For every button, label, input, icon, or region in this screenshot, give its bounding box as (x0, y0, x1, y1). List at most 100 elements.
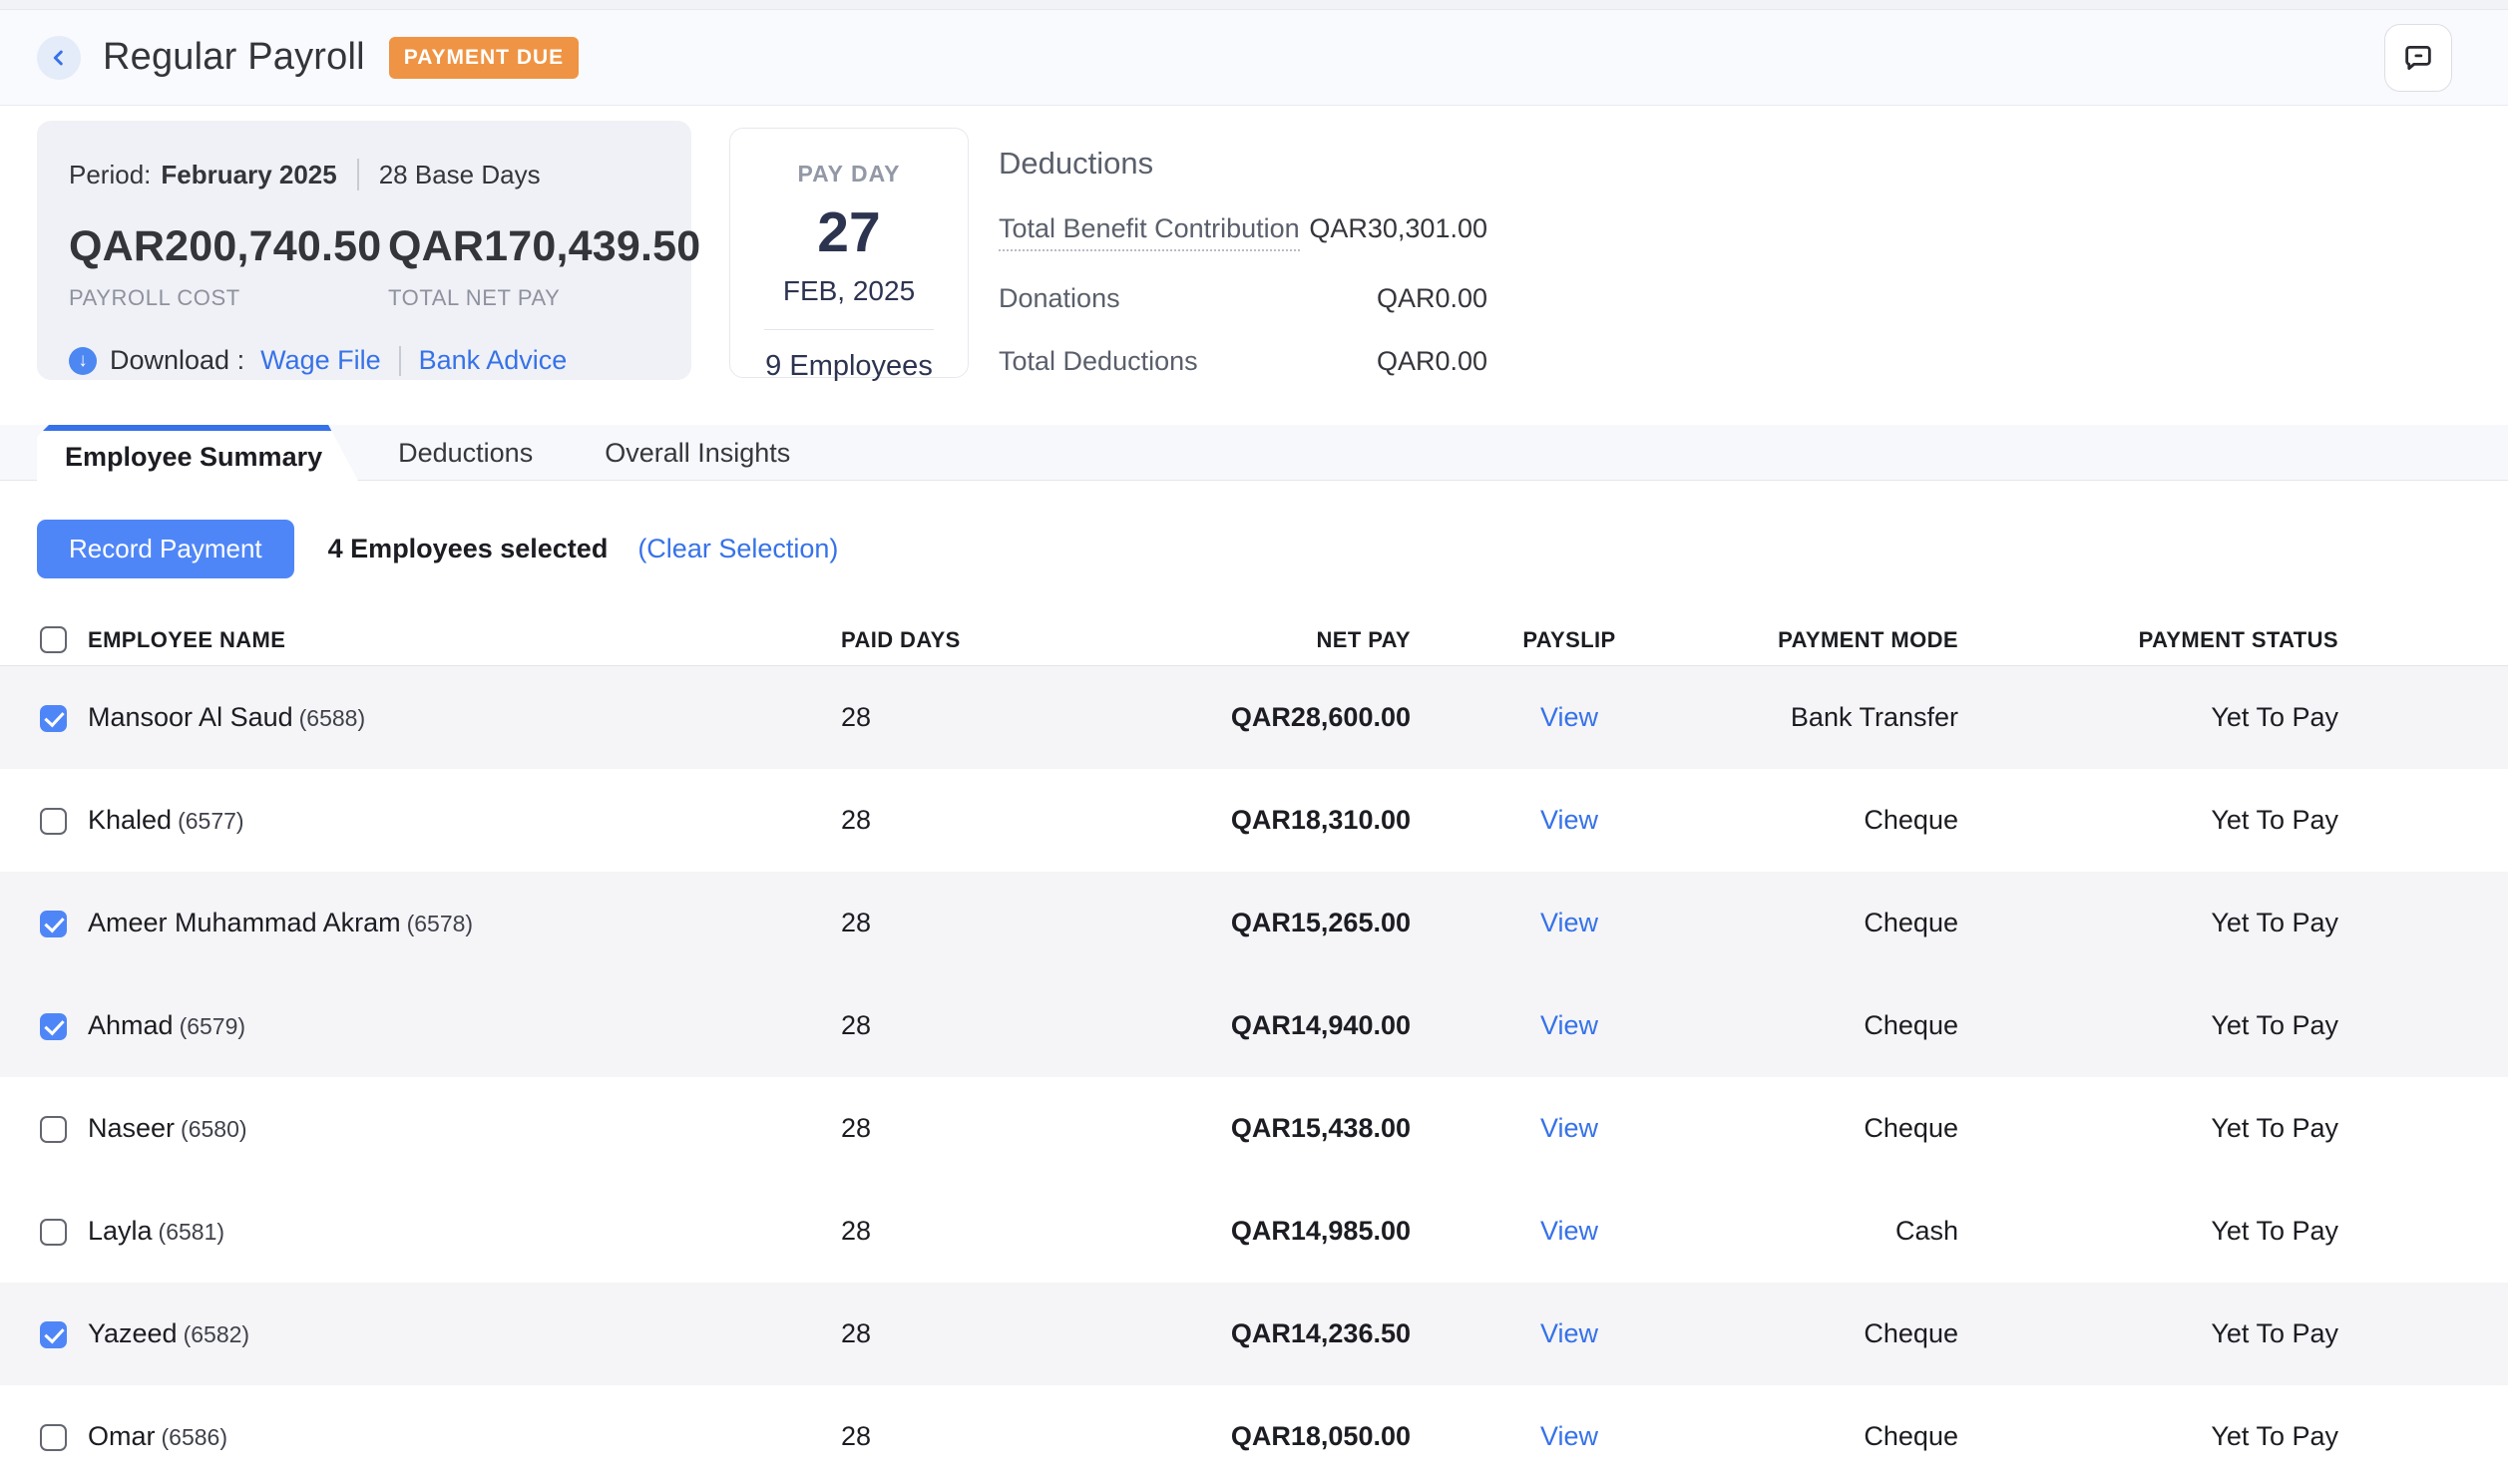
net-pay-value: QAR15,265.00 (1080, 908, 1411, 938)
paid-days-value: 28 (841, 805, 1080, 836)
paid-days-value: 28 (841, 1113, 1080, 1144)
payslip-view-link[interactable]: View (1540, 908, 1598, 937)
back-button[interactable] (37, 36, 81, 80)
employee-name: Yazeed (88, 1318, 178, 1348)
payment-status-value: Yet To Pay (1958, 908, 2338, 938)
deductions-summary: Deductions Total Benefit Contribution QA… (999, 121, 1487, 377)
select-all-checkbox[interactable] (40, 626, 67, 653)
net-pay-value: QAR14,940.00 (1080, 1010, 1411, 1041)
payroll-cost-label: PAYROLL COST (69, 285, 388, 311)
total-net-pay-label: TOTAL NET PAY (388, 285, 707, 311)
paid-days-value: 28 (841, 1216, 1080, 1247)
tab-employee-summary[interactable]: Employee Summary (37, 425, 362, 489)
table-row[interactable]: Mansoor Al Saud(6588) 28 QAR28,600.00 Vi… (0, 666, 2508, 769)
comments-button[interactable] (2384, 24, 2452, 92)
employee-name: Khaled (88, 805, 172, 835)
payment-due-badge: PAYMENT DUE (389, 37, 579, 79)
employee-name: Omar (88, 1421, 156, 1451)
payment-status-value: Yet To Pay (1958, 1010, 2338, 1041)
payslip-view-link[interactable]: View (1540, 1318, 1598, 1348)
total-net-pay-value: QAR170,439.50 (388, 222, 707, 271)
payment-status-value: Yet To Pay (1958, 1216, 2338, 1247)
chevron-left-icon (48, 47, 70, 69)
divider (357, 159, 359, 190)
row-checkbox[interactable] (40, 911, 67, 937)
net-pay-value: QAR28,600.00 (1080, 702, 1411, 733)
payday-month-year: FEB, 2025 (730, 275, 968, 307)
employee-id: (6581) (159, 1219, 224, 1245)
payslip-view-link[interactable]: View (1540, 1216, 1598, 1246)
clear-selection-link[interactable]: (Clear Selection) (637, 534, 838, 564)
divider (399, 346, 401, 376)
paid-days-value: 28 (841, 908, 1080, 938)
row-checkbox[interactable] (40, 1321, 67, 1348)
table-row[interactable]: Khaled(6577) 28 QAR18,310.00 View Cheque… (0, 769, 2508, 872)
payday-day: 27 (730, 199, 968, 265)
row-checkbox[interactable] (40, 705, 67, 732)
payslip-view-link[interactable]: View (1540, 702, 1598, 732)
page-header: Regular Payroll PAYMENT DUE (0, 10, 2508, 106)
payday-employee-count: 9 Employees (730, 350, 968, 383)
employee-table: EMPLOYEE NAME PAID DAYS NET PAY PAYSLIP … (0, 614, 2508, 1484)
payment-status-value: Yet To Pay (1958, 1318, 2338, 1349)
selected-count-text: 4 Employees selected (328, 534, 609, 564)
row-checkbox[interactable] (40, 1013, 67, 1040)
table-row[interactable]: Layla(6581) 28 QAR14,985.00 View Cash Ye… (0, 1180, 2508, 1283)
table-row[interactable]: Omar(6586) 28 QAR18,050.00 View Cheque Y… (0, 1385, 2508, 1484)
table-row[interactable]: Naseer(6580) 28 QAR15,438.00 View Cheque… (0, 1077, 2508, 1180)
paid-days-value: 28 (841, 1421, 1080, 1452)
payment-mode-value: Cheque (1728, 1010, 1958, 1041)
payment-status-value: Yet To Pay (1958, 1421, 2338, 1452)
deduction-value: QAR30,301.00 (1309, 213, 1487, 244)
employee-name: Naseer (88, 1113, 175, 1143)
employee-id: (6579) (180, 1013, 245, 1039)
employee-name: Layla (88, 1216, 153, 1246)
col-paid-days: PAID DAYS (841, 627, 1080, 653)
tab-bar: Employee Summary Deductions Overall Insi… (0, 425, 2508, 481)
tab-deductions[interactable]: Deductions (362, 425, 569, 481)
net-pay-value: QAR14,985.00 (1080, 1216, 1411, 1247)
payment-status-value: Yet To Pay (1958, 1113, 2338, 1144)
divider (764, 329, 934, 330)
row-checkbox[interactable] (40, 808, 67, 835)
payslip-view-link[interactable]: View (1540, 805, 1598, 835)
col-net-pay: NET PAY (1080, 627, 1411, 653)
table-row[interactable]: Ahmad(6579) 28 QAR14,940.00 View Cheque … (0, 974, 2508, 1077)
deduction-value: QAR0.00 (1377, 346, 1487, 377)
row-checkbox[interactable] (40, 1219, 67, 1246)
employee-id: (6577) (178, 808, 243, 834)
paid-days-value: 28 (841, 1318, 1080, 1349)
bank-advice-link[interactable]: Bank Advice (419, 345, 568, 376)
record-payment-button[interactable]: Record Payment (37, 520, 294, 578)
deductions-title: Deductions (999, 146, 1487, 182)
payment-mode-value: Cheque (1728, 1421, 1958, 1452)
payday-card: PAY DAY 27 FEB, 2025 9 Employees (729, 128, 969, 378)
payment-status-value: Yet To Pay (1958, 805, 2338, 836)
employee-name: Mansoor Al Saud (88, 702, 293, 732)
col-employee-name: EMPLOYEE NAME (88, 627, 841, 653)
employee-id: (6580) (181, 1116, 246, 1142)
deduction-label: Donations (999, 283, 1120, 314)
tab-overall-insights[interactable]: Overall Insights (569, 425, 826, 481)
net-pay-value: QAR15,438.00 (1080, 1113, 1411, 1144)
deduction-label: Total Deductions (999, 346, 1198, 377)
payslip-view-link[interactable]: View (1540, 1010, 1598, 1040)
net-pay-value: QAR18,050.00 (1080, 1421, 1411, 1452)
row-checkbox[interactable] (40, 1424, 67, 1451)
payment-mode-value: Cheque (1728, 1318, 1958, 1349)
deduction-label[interactable]: Total Benefit Contribution (999, 213, 1300, 251)
table-row[interactable]: Yazeed(6582) 28 QAR14,236.50 View Cheque… (0, 1283, 2508, 1385)
payslip-view-link[interactable]: View (1540, 1113, 1598, 1143)
row-checkbox[interactable] (40, 1116, 67, 1143)
active-tab-indicator (37, 425, 362, 431)
payslip-view-link[interactable]: View (1540, 1421, 1598, 1451)
payment-mode-value: Cheque (1728, 1113, 1958, 1144)
employee-id: (6588) (299, 705, 365, 731)
table-row[interactable]: Ameer Muhammad Akram(6578) 28 QAR15,265.… (0, 872, 2508, 974)
payday-label: PAY DAY (730, 161, 968, 187)
window-top-strip (0, 0, 2508, 10)
page-title: Regular Payroll (103, 36, 365, 79)
employee-id: (6582) (184, 1321, 249, 1347)
employee-id: (6586) (162, 1424, 227, 1450)
wage-file-link[interactable]: Wage File (260, 345, 381, 376)
